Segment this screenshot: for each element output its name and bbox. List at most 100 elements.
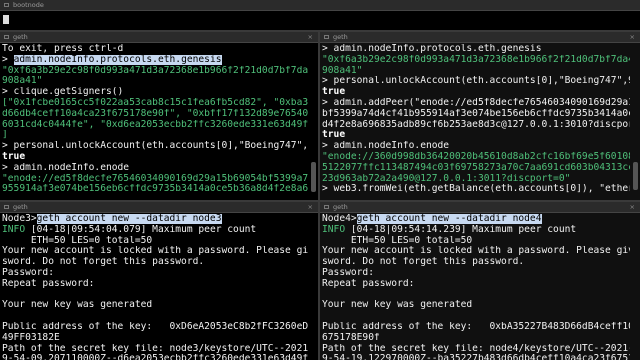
terminal-text: ETH=50 LES=0 total=50 [322, 235, 473, 246]
terminal-line: > personal.unlockAccount(eth.accounts[0]… [2, 141, 308, 152]
pane-titlebar[interactable]: geth × [320, 32, 640, 43]
terminal-line: Your new key was generated [2, 300, 308, 311]
terminal-text: > personal.unlockAccount(eth.accounts[0]… [322, 76, 630, 87]
terminal-text: INFO [2, 224, 31, 235]
terminal-text: > admin.nodeInfo.enode [2, 162, 130, 173]
terminal-text: Your new account is locked with a passwo… [2, 246, 308, 257]
terminal-line: 23d963ab72a2a490@127.0.0.1:3011?discport… [322, 174, 630, 185]
terminal-text: > [2, 54, 14, 65]
terminal-output[interactable]: Node4>geth account new --datadir node4 IN… [322, 214, 630, 360]
terminal-text: ["0x1fcbe0165cc5f022aa53cab8c15c1fea6fb5… [2, 97, 308, 108]
geth-terminal-pane-bottom-right[interactable]: geth × Node4>geth account new --datadir … [320, 202, 640, 360]
terminal-line: Node4>geth account new --datadir node4 [322, 214, 630, 225]
terminal-line: d4f2e8a696835adb89cf6b253ae8d3c@127.0.0.… [322, 120, 630, 131]
terminal-text: 908a41" [322, 65, 363, 76]
terminal-text: d4f2e8a696835adb89cf6b253ae8d3c@127.0.0.… [322, 119, 630, 130]
terminal-line: 49FF03182E [2, 333, 308, 344]
terminal-line: ETH=50 LES=0 total=50 [2, 236, 308, 247]
terminal-line: Repeat password: [322, 279, 630, 290]
terminal-text: Password: [2, 267, 54, 278]
terminal-text: Your new account is locked with a passwo… [322, 246, 630, 257]
terminal-line: "enode://360d998db36420020b45610d8ab2cfc… [322, 152, 630, 163]
close-icon[interactable]: × [630, 202, 635, 212]
terminal-line: "0xf6a3b29e2c98f0d993a471d3a72368e1b966f… [322, 55, 630, 66]
terminal-line: d66db4ceff10a4ca23f675178e90f", "0xbff17… [2, 109, 308, 120]
terminal-text: 6031cd4c0444fe", "0xd6ea2053ecbb2ffc3260… [2, 119, 308, 130]
pane-titlebar[interactable]: geth × [0, 32, 318, 43]
terminal-line: Public address of the key: 0xD6eA2053eC8… [2, 322, 308, 333]
terminal-text: true [322, 87, 346, 98]
terminal-text: 49FF03182E [2, 332, 60, 343]
terminal-line: true [2, 152, 308, 163]
terminal-output[interactable]: Node3>geth account new --datadir node3 IN… [2, 214, 308, 360]
scrollbar[interactable] [311, 162, 316, 192]
terminal-line: > admin.nodeInfo.protocols.eth.genesis [322, 44, 630, 55]
terminal-line: 9-54-09.207110000Z--d6ea2053ecbb2ffc3260… [2, 354, 308, 360]
terminal-text: > admin.nodeInfo.enode [322, 141, 450, 152]
terminal-text: sword. Do not forget this password. [322, 257, 525, 268]
terminal-line: Node3>geth account new --datadir node3 [2, 214, 308, 225]
terminal-line: > admin.nodeInfo.enode [322, 141, 630, 152]
terminal-text: INFO [322, 224, 351, 235]
terminal-text: Your new key was generated [322, 300, 473, 311]
terminal-text: 675178E90f [322, 332, 380, 343]
terminal-line: "enode://ed5f8decfe76546034090169d29a15b… [2, 174, 308, 185]
terminal-output[interactable]: > admin.nodeInfo.protocols.eth.genesis "0… [322, 44, 630, 200]
close-icon[interactable]: × [630, 32, 635, 42]
terminal-line: true [322, 87, 630, 98]
terminal-line: To exit, press ctrl-d [2, 44, 308, 55]
terminal-line: 9-54-19.122970000Z--ba35227b483d66db4cef… [322, 354, 630, 360]
terminal-line: 675178E90f [322, 333, 630, 344]
terminal-line: 955914af3e074be156eb6cffdc9735b3414a0ce5… [2, 184, 308, 195]
terminal-text: > web3.fromWei(eth.getBalance(eth.accoun… [322, 184, 630, 195]
terminal-text: true [2, 151, 26, 162]
terminal-text: Your new key was generated [2, 300, 153, 311]
terminal-text: Node3> [2, 214, 37, 224]
scrollbar[interactable] [633, 162, 638, 190]
selected-text: geth account new --datadir node3 [36, 214, 222, 224]
terminal-line: 908a41" [322, 66, 630, 77]
terminal-icon [4, 205, 9, 209]
terminal-text: To exit, press ctrl-d [2, 44, 124, 54]
geth-terminal-pane-top-right[interactable]: geth × > admin.nodeInfo.protocols.eth.ge… [320, 32, 640, 200]
terminal-line: sword. Do not forget this password. [2, 257, 308, 268]
terminal-text: Path of the secret key file: node3/keyst… [2, 343, 308, 354]
geth-terminal-pane-top-left[interactable]: geth × To exit, press ctrl-d > admin.node… [0, 32, 318, 200]
terminal-text: Node4> [322, 214, 357, 224]
terminal-text: [04-18|09:54:04.079] Maximum peer count [30, 224, 257, 235]
terminal-icon [4, 3, 9, 7]
terminal-text: > clique.getSigners() [2, 87, 124, 98]
terminal-line: Path of the secret key file: node3/keyst… [2, 344, 308, 355]
close-icon[interactable]: × [308, 32, 313, 42]
terminal-line: Your new account is locked with a passwo… [322, 246, 630, 257]
terminal-line: Your new account is locked with a passwo… [2, 246, 308, 257]
selected-text: admin.nodeInfo.protocols.eth.genesis [13, 54, 222, 65]
terminal-text: 5122077ffc113487494c03f69758273a70c7aa69… [322, 162, 630, 173]
terminal-text: "0xf6a3b29e2c98f0d993a471d3a72368e1b966f… [322, 54, 630, 65]
bootnode-terminal-pane[interactable]: bootnode [0, 0, 640, 30]
terminal-line: Password: [322, 268, 630, 279]
pane-title: geth [333, 33, 348, 41]
terminal-text: > admin.nodeInfo.protocols.eth.genesis [322, 44, 542, 54]
terminal-icon [324, 35, 329, 39]
terminal-text: ] [2, 130, 8, 141]
geth-terminal-pane-bottom-left[interactable]: geth × Node3>geth account new --datadir … [0, 202, 318, 360]
terminal-text: 9-54-09.207110000Z--d6ea2053ecbb2ffc3260… [2, 354, 308, 360]
terminal-text: sword. Do not forget this password. [2, 257, 205, 268]
bootnode-titlebar[interactable]: bootnode [0, 0, 640, 11]
terminal-line: 908a41" [2, 76, 308, 87]
terminal-line: Password: [2, 268, 308, 279]
terminal-cursor [3, 15, 9, 24]
close-icon[interactable]: × [308, 202, 313, 212]
terminal-line: INFO [04-18|09:54:14.239] Maximum peer c… [322, 225, 630, 236]
pane-titlebar[interactable]: geth × [0, 202, 318, 213]
terminal-output[interactable]: To exit, press ctrl-d > admin.nodeInfo.pr… [2, 44, 308, 200]
terminal-text: "enode://360d998db36420020b45610d8ab2cfc… [322, 151, 630, 162]
terminal-line: > personal.unlockAccount(eth.accounts[0]… [322, 76, 630, 87]
terminal-line: > clique.getSigners() [2, 87, 308, 98]
pane-titlebar[interactable]: geth × [320, 202, 640, 213]
terminal-text: > admin.addPeer("enode://ed5f8decfe76546… [322, 97, 630, 108]
